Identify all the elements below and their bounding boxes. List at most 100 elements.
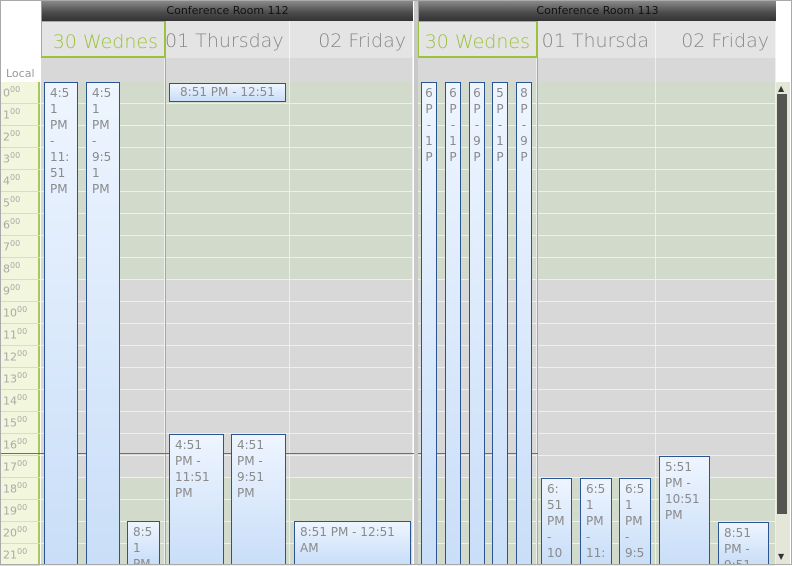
appointment[interactable]: 6 P - 1 P xyxy=(445,82,461,565)
time-slot[interactable] xyxy=(290,126,412,148)
all-day-cell[interactable] xyxy=(656,58,776,82)
time-slot[interactable] xyxy=(656,280,775,302)
time-slot[interactable] xyxy=(165,126,289,148)
time-slot[interactable] xyxy=(656,104,775,126)
time-slot[interactable] xyxy=(656,390,775,412)
day-header[interactable]: 01 Thursday xyxy=(165,21,290,58)
all-day-cell[interactable] xyxy=(290,58,413,82)
time-slot[interactable] xyxy=(537,346,655,368)
scroll-down-arrow-icon[interactable]: ▼ xyxy=(778,552,784,561)
time-slot[interactable] xyxy=(656,302,775,324)
day-column[interactable] xyxy=(290,82,413,566)
time-slot[interactable] xyxy=(537,302,655,324)
all-day-cell[interactable] xyxy=(165,58,290,82)
time-slot[interactable] xyxy=(165,346,289,368)
time-slot[interactable] xyxy=(537,434,655,456)
time-slot[interactable] xyxy=(537,148,655,170)
time-slot[interactable] xyxy=(537,258,655,280)
time-slot[interactable] xyxy=(656,148,775,170)
appointment[interactable]: 4:51 PM - 9:51 PM xyxy=(231,434,286,565)
appointment[interactable]: 6 P - 1 P xyxy=(421,82,437,565)
appointment[interactable]: 5:51 PM - 10:51 PM xyxy=(659,456,710,565)
appointment[interactable]: 6:51 PM - 11:51 PM xyxy=(580,478,612,565)
appointment[interactable]: 4:51 PM - 11:51 PM xyxy=(169,434,224,565)
time-slot[interactable] xyxy=(290,236,412,258)
time-slot[interactable] xyxy=(656,214,775,236)
time-slot[interactable] xyxy=(165,258,289,280)
time-slot[interactable] xyxy=(537,456,655,478)
time-slot[interactable] xyxy=(290,368,412,390)
time-slot[interactable] xyxy=(537,390,655,412)
all-day-cell[interactable] xyxy=(418,58,537,82)
appointment[interactable]: 6 P - 9 P xyxy=(469,82,485,565)
time-slot[interactable] xyxy=(656,324,775,346)
time-slot[interactable] xyxy=(165,324,289,346)
time-slot[interactable] xyxy=(165,104,289,126)
time-slot[interactable] xyxy=(165,280,289,302)
time-slot[interactable] xyxy=(537,214,655,236)
time-slot[interactable] xyxy=(165,412,289,434)
time-slot[interactable] xyxy=(656,412,775,434)
appointment[interactable]: 8:51 PM - 12:51 AM xyxy=(294,521,411,565)
time-slot[interactable] xyxy=(537,170,655,192)
all-day-cell[interactable] xyxy=(537,58,656,82)
day-header[interactable]: 02 Friday xyxy=(290,21,413,58)
time-slot[interactable] xyxy=(165,236,289,258)
time-slot[interactable] xyxy=(165,214,289,236)
time-slot[interactable] xyxy=(290,148,412,170)
appointment[interactable]: 5 P - 1 P xyxy=(492,82,508,565)
time-slot[interactable] xyxy=(290,412,412,434)
appointment[interactable]: 4:51 PM - 9:51 PM xyxy=(86,82,120,565)
time-slot[interactable] xyxy=(656,236,775,258)
time-slot[interactable] xyxy=(165,192,289,214)
appointment[interactable]: 8:51 PM - 12:51 xyxy=(169,83,286,102)
time-slot[interactable] xyxy=(656,434,775,456)
time-slot[interactable] xyxy=(656,346,775,368)
time-slot[interactable] xyxy=(165,390,289,412)
time-slot[interactable] xyxy=(656,368,775,390)
appointment[interactable]: 4:51 PM - 11:51 PM xyxy=(44,82,78,565)
time-slot[interactable] xyxy=(290,346,412,368)
time-slot[interactable] xyxy=(290,170,412,192)
time-slot[interactable] xyxy=(290,280,412,302)
time-slot[interactable] xyxy=(537,280,655,302)
time-slot[interactable] xyxy=(656,192,775,214)
time-slot[interactable] xyxy=(165,170,289,192)
time-slot[interactable] xyxy=(290,302,412,324)
all-day-cell[interactable] xyxy=(41,58,165,82)
time-slot[interactable] xyxy=(290,82,412,104)
time-slot[interactable] xyxy=(656,170,775,192)
time-slot[interactable] xyxy=(537,324,655,346)
day-header[interactable]: 02 Friday xyxy=(656,21,776,58)
appointment[interactable]: 8:51 PM xyxy=(127,521,160,565)
time-slot[interactable] xyxy=(290,456,412,478)
time-slot[interactable] xyxy=(656,82,775,104)
time-slot[interactable] xyxy=(537,126,655,148)
time-slot[interactable] xyxy=(290,478,412,500)
time-slot[interactable] xyxy=(537,412,655,434)
time-slot[interactable] xyxy=(290,104,412,126)
time-slot[interactable] xyxy=(165,302,289,324)
time-slot[interactable] xyxy=(656,258,775,280)
scroll-up-arrow-icon[interactable]: ▲ xyxy=(778,84,784,93)
appointment[interactable]: 6:51 PM - 9:51 PM xyxy=(619,478,651,565)
time-slot[interactable] xyxy=(290,192,412,214)
time-slot[interactable] xyxy=(290,258,412,280)
appointment[interactable]: 6:51 PM - 10:51 PM xyxy=(541,478,572,565)
time-slot[interactable] xyxy=(165,148,289,170)
time-slot[interactable] xyxy=(537,192,655,214)
time-slot[interactable] xyxy=(537,104,655,126)
time-slot[interactable] xyxy=(537,236,655,258)
day-header[interactable]: 01 Thursda xyxy=(537,21,656,58)
appointment[interactable]: 8 P - 9 P xyxy=(516,82,532,565)
time-slot[interactable] xyxy=(165,368,289,390)
appointment[interactable]: 8:51 PM - 9:51 PM xyxy=(718,522,769,565)
day-header[interactable]: 30 Wednes xyxy=(41,21,165,58)
time-slot[interactable] xyxy=(537,368,655,390)
scrollbar-thumb[interactable] xyxy=(777,94,787,514)
time-slot[interactable] xyxy=(290,214,412,236)
time-slot[interactable] xyxy=(537,82,655,104)
day-header[interactable]: 30 Wednes xyxy=(418,21,537,58)
time-slot[interactable] xyxy=(656,126,775,148)
time-slot[interactable] xyxy=(290,390,412,412)
